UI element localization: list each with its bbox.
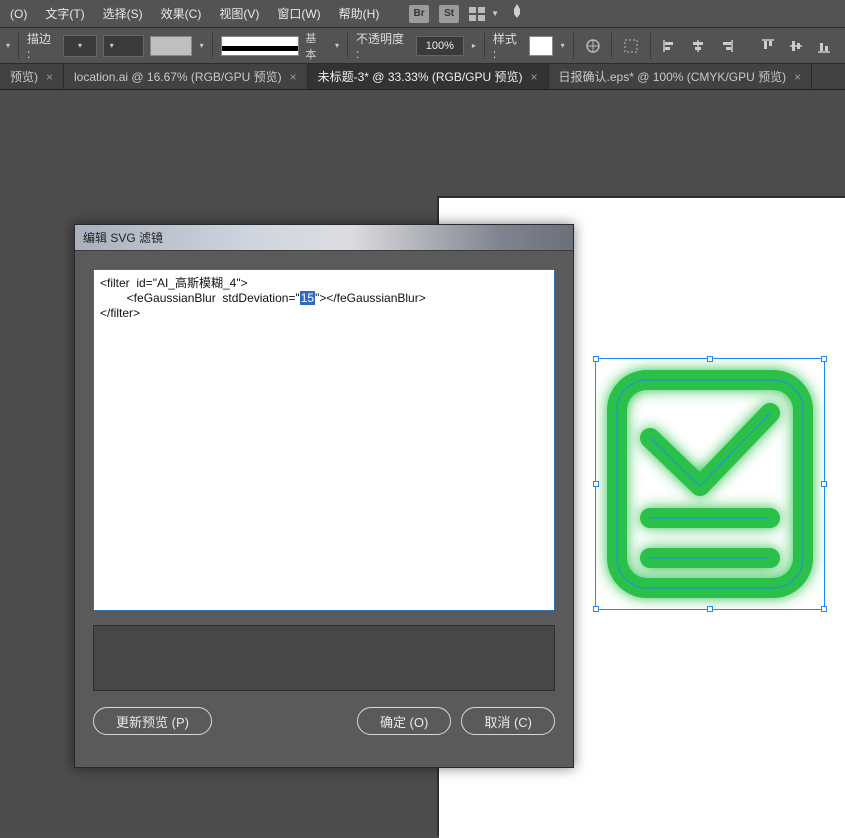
close-icon[interactable]: × <box>46 70 53 84</box>
menu-item-object[interactable]: (O) <box>2 5 35 23</box>
stroke-weight-stepper[interactable]: ▾ <box>103 35 144 57</box>
gpu-performance-icon[interactable] <box>509 3 525 24</box>
main-menubar: (O) 文字(T) 选择(S) 效果(C) 视图(V) 窗口(W) 帮助(H) … <box>0 0 845 28</box>
preferences-icon[interactable] <box>620 35 642 57</box>
selected-text: 15 <box>300 291 315 305</box>
dialog-titlebar[interactable]: 编辑 SVG 滤镜 <box>75 225 573 251</box>
menu-item-effect[interactable]: 效果(C) <box>153 3 210 24</box>
align-right-icon[interactable] <box>715 35 737 57</box>
close-icon[interactable]: × <box>290 70 297 84</box>
update-preview-button[interactable]: 更新预览 (P) <box>93 707 212 735</box>
tab-label: 未标题-3* @ 33.33% (RGB/GPU 预览) <box>318 68 523 85</box>
close-icon[interactable]: × <box>531 70 538 84</box>
align-bottom-icon[interactable] <box>813 35 835 57</box>
opacity-label: 不透明度 : <box>356 30 410 61</box>
tab-label: 预览) <box>10 68 38 85</box>
brush-profile-label: 基本 <box>305 30 327 62</box>
bridge-icon[interactable]: Br <box>409 5 429 23</box>
document-tab[interactable]: 日报确认.eps* @ 100% (CMYK/GPU 预览) × <box>549 64 813 89</box>
align-left-icon[interactable] <box>659 35 681 57</box>
menu-item-help[interactable]: 帮助(H) <box>331 3 388 24</box>
menu-item-select[interactable]: 选择(S) <box>95 3 151 24</box>
svg-code-textarea[interactable]: <filter id="AI_高斯模糊_4"> <feGaussianBlur … <box>93 269 555 611</box>
style-label: 样式 : <box>493 30 523 61</box>
chevron-down-icon[interactable]: ▸ <box>472 41 476 50</box>
align-top-icon[interactable] <box>757 35 779 57</box>
brush-profile-preview[interactable] <box>221 36 300 56</box>
opacity-input[interactable] <box>416 36 464 56</box>
document-setup-icon[interactable] <box>582 35 604 57</box>
menu-item-type[interactable]: 文字(T) <box>37 3 92 24</box>
document-tab[interactable]: location.ai @ 16.67% (RGB/GPU 预览) × <box>64 64 308 89</box>
stroke-weight-field[interactable]: ▾ <box>63 35 97 57</box>
stroke-color-swatch[interactable] <box>150 36 191 56</box>
document-tab-bar: 预览) × location.ai @ 16.67% (RGB/GPU 预览) … <box>0 64 845 90</box>
cancel-button[interactable]: 取消 (C) <box>461 707 555 735</box>
chevron-down-icon[interactable]: ▾ <box>335 41 339 50</box>
dialog-title: 编辑 SVG 滤镜 <box>83 229 163 246</box>
selected-object[interactable] <box>595 358 825 610</box>
arrange-documents-icon[interactable]: ▼ <box>469 7 499 21</box>
align-controls <box>659 35 841 57</box>
document-tab[interactable]: 未标题-3* @ 33.33% (RGB/GPU 预览) × <box>308 64 549 89</box>
fill-stroke-dropdown[interactable]: ▾ <box>4 41 10 50</box>
align-hcenter-icon[interactable] <box>687 35 709 57</box>
control-bar: ▾ 描边 : ▾ ▾ ▾ 基本 ▾ 不透明度 : ▸ 样式 : ▾ <box>0 28 845 64</box>
ok-button[interactable]: 确定 (O) <box>357 707 451 735</box>
tab-label: 日报确认.eps* @ 100% (CMYK/GPU 预览) <box>559 68 787 85</box>
graphic-style-swatch[interactable] <box>529 36 553 56</box>
stroke-label: 描边 : <box>27 30 57 61</box>
chevron-down-icon[interactable]: ▾ <box>561 41 565 50</box>
chevron-down-icon[interactable]: ▾ <box>200 41 204 50</box>
close-icon[interactable]: × <box>794 70 801 84</box>
edit-svg-filter-dialog: 编辑 SVG 滤镜 <filter id="AI_高斯模糊_4"> <feGau… <box>74 224 574 768</box>
document-tab[interactable]: 预览) × <box>0 64 64 89</box>
align-vcenter-icon[interactable] <box>785 35 807 57</box>
tab-label: location.ai @ 16.67% (RGB/GPU 预览) <box>74 68 282 85</box>
menu-item-window[interactable]: 窗口(W) <box>269 3 328 24</box>
menu-item-view[interactable]: 视图(V) <box>211 3 267 24</box>
stock-icon[interactable]: St <box>439 5 459 23</box>
filter-preview-box <box>93 625 555 691</box>
